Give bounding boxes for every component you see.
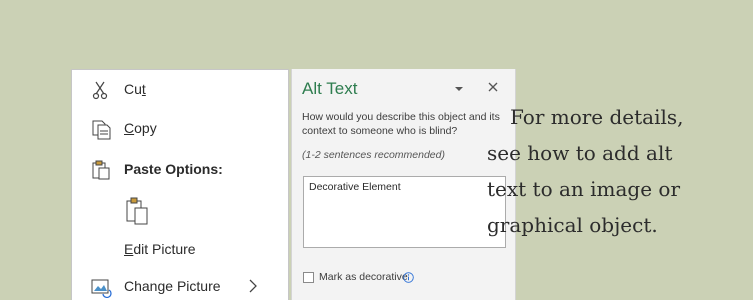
chevron-right-icon: [249, 279, 257, 293]
menu-item-label: Cut: [124, 81, 146, 97]
menu-item-change-picture[interactable]: Change Picture: [72, 272, 288, 300]
caption-line: see how to add alt: [487, 141, 673, 165]
menu-item-paste-options: Paste Options:: [72, 155, 288, 185]
paste-option-picture-icon: [126, 197, 148, 225]
alt-text-hint: (1-2 sentences recommended): [302, 149, 445, 161]
screenshot-stage: Cut Copy Paste Options: Edit Picture Cha…: [0, 0, 753, 300]
mark-decorative-label: Mark as decorative: [319, 271, 408, 283]
close-icon[interactable]: [487, 81, 499, 93]
caption-line: text to an image or: [487, 177, 681, 201]
menu-item-cut[interactable]: Cut: [72, 75, 288, 105]
menu-item-edit-picture[interactable]: Edit Picture: [72, 235, 288, 265]
mark-decorative-checkbox[interactable]: [303, 272, 314, 283]
info-icon[interactable]: [403, 272, 414, 283]
pane-title: Alt Text: [302, 79, 358, 98]
menu-item-copy[interactable]: Copy: [72, 114, 288, 144]
alt-text-pane: Alt Text How would you describe this obj…: [291, 69, 516, 300]
alt-text-input[interactable]: Decorative Element: [303, 176, 506, 248]
chevron-down-icon[interactable]: [454, 85, 464, 93]
paste-option-picture-button[interactable]: [72, 194, 288, 228]
caption-line: graphical object.: [487, 213, 658, 237]
menu-item-label: Change Picture: [124, 278, 221, 294]
scissors-icon: [92, 81, 108, 100]
caption-line: For more details,: [510, 105, 684, 129]
change-picture-icon: [91, 279, 112, 298]
menu-item-label: Paste Options:: [124, 161, 223, 177]
alt-text-question: How would you describe this object and i…: [302, 111, 500, 137]
paste-icon: [92, 160, 110, 180]
context-menu: Cut Copy Paste Options: Edit Picture Cha…: [71, 69, 289, 300]
menu-item-label: Edit Picture: [124, 241, 196, 257]
copy-icon: [92, 120, 111, 140]
caption-text: For more details, see how to add alt tex…: [487, 99, 749, 243]
menu-item-label: Copy: [124, 120, 157, 136]
